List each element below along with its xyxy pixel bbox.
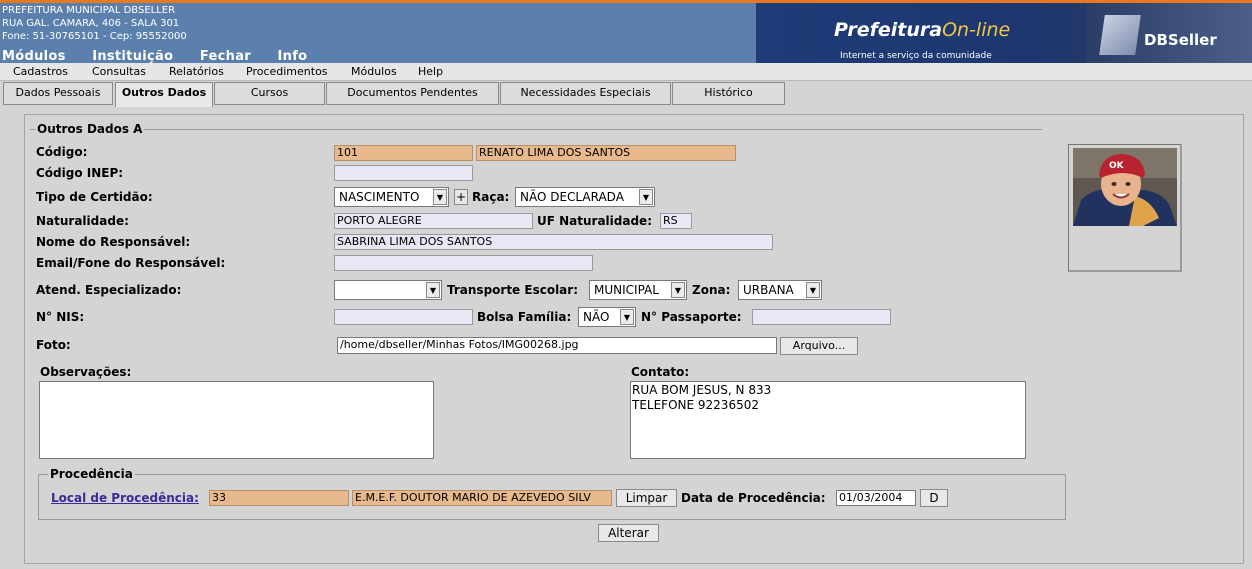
naturalidade-label: Naturalidade: (36, 214, 129, 228)
contato-textarea[interactable]: RUA BOM JESUS, N 833 TELEFONE 92236502 (630, 381, 1026, 459)
raca-select[interactable]: NÃO DECLARADA ▼ (515, 187, 655, 207)
atend-label: Atend. Especializado: (36, 283, 182, 297)
naturalidade-field[interactable]: PORTO ALEGRE (334, 213, 533, 229)
menu-relatorios[interactable]: Relatórios (169, 65, 224, 78)
local-procedencia-link[interactable]: Local de Procedência: (51, 491, 199, 505)
certidao-select[interactable]: NASCIMENTO ▼ (334, 187, 449, 207)
dbseller-text: DBSeller (1144, 31, 1217, 49)
passaporte-label: N° Passaporte: (641, 310, 742, 324)
transporte-selected: MUNICIPAL (594, 283, 659, 297)
email-field[interactable] (334, 255, 593, 271)
menu-help[interactable]: Help (418, 65, 443, 78)
codigo-label: Código: (36, 145, 88, 159)
top-menu: Módulos Instituição Fechar Info (2, 49, 329, 64)
transporte-select[interactable]: MUNICIPAL ▼ (589, 280, 687, 300)
chevron-down-icon: ▼ (426, 282, 440, 298)
tab-documentos-pendentes[interactable]: Documentos Pendentes (326, 82, 499, 105)
raca-selected: NÃO DECLARADA (520, 190, 624, 204)
certidao-label: Tipo de Certidão: (36, 190, 153, 204)
fieldset-legend: Outros Dados A (35, 122, 145, 136)
menu-procedimentos[interactable]: Procedimentos (246, 65, 328, 78)
contato-line-2: TELEFONE 92236502 (632, 398, 759, 412)
student-photo: OK (1073, 148, 1177, 226)
email-label: Email/Fone do Responsável: (36, 256, 226, 270)
local-code-field[interactable]: 33 (209, 490, 349, 506)
uf-label: UF Naturalidade: (537, 214, 652, 228)
top-menu-modulos[interactable]: Módulos (2, 49, 66, 64)
menu-consultas[interactable]: Consultas (92, 65, 146, 78)
chevron-down-icon: ▼ (671, 282, 685, 298)
foto-label: Foto: (36, 338, 71, 352)
brand-banner: PrefeituraOn-line Internet a serviço da … (756, 3, 1252, 63)
tab-dados-pessoais[interactable]: Dados Pessoais (3, 82, 113, 105)
brand-slogan: Internet a serviço da comunidade (840, 51, 992, 61)
chevron-down-icon: ▼ (806, 282, 820, 298)
dbseller-mark-icon (1099, 15, 1141, 55)
inep-label: Código INEP: (36, 166, 124, 180)
tab-outros-dados[interactable]: Outros Dados (115, 82, 213, 107)
zona-select[interactable]: URBANA ▼ (738, 280, 822, 300)
menu-cadastros[interactable]: Cadastros (13, 65, 68, 78)
tab-cursos[interactable]: Cursos (214, 82, 325, 105)
transporte-label: Transporte Escolar: (447, 283, 578, 297)
passaporte-field[interactable] (752, 309, 891, 325)
institution-address: RUA GAL. CAMARA, 406 - SALA 301 (2, 18, 180, 29)
chevron-down-icon: ▼ (620, 309, 634, 325)
dbseller-logo: DBSeller (1086, 3, 1252, 63)
institution-info: PREFEITURA MUNICIPAL DBSELLER RUA GAL. C… (2, 4, 187, 43)
student-photo-image: OK (1073, 148, 1177, 226)
tab-bar: Dados Pessoais Outros Dados Cursos Docum… (0, 81, 1252, 107)
data-procedencia-label: Data de Procedência: (681, 491, 826, 505)
data-procedencia-field[interactable]: 01/03/2004 (836, 490, 916, 506)
bolsa-selected: NÃO (583, 310, 610, 324)
contato-line-1: RUA BOM JESUS, N 833 (632, 383, 772, 397)
chevron-down-icon: ▼ (433, 189, 447, 205)
bolsa-label: Bolsa Família: (477, 310, 572, 324)
app-header: PREFEITURA MUNICIPAL DBSELLER RUA GAL. C… (0, 0, 1252, 64)
foto-file-field[interactable]: /home/dbseller/Minhas Fotos/IMG00268.jpg (337, 337, 777, 354)
procedencia-legend: Procedência (48, 467, 135, 481)
menu-modulos[interactable]: Módulos (351, 65, 397, 78)
uf-field[interactable]: RS (660, 213, 692, 229)
add-certidao-button[interactable]: + (454, 189, 468, 205)
zona-label: Zona: (692, 283, 731, 297)
inep-field[interactable] (334, 165, 473, 181)
certidao-selected: NASCIMENTO (339, 190, 420, 204)
top-menu-instituicao[interactable]: Instituição (92, 49, 173, 64)
top-menu-fechar[interactable]: Fechar (200, 49, 251, 64)
logo-main-text: Prefeitura (834, 19, 943, 41)
bolsa-select[interactable]: NÃO ▼ (578, 307, 636, 327)
logo-accent-text: On-line (942, 19, 1011, 41)
prefeitura-online-logo: PrefeituraOn-line (834, 19, 1010, 41)
top-menu-info[interactable]: Info (278, 49, 308, 64)
menu-bar: Cadastros Consultas Relatórios Procedime… (0, 63, 1252, 81)
atend-select[interactable]: ▼ (334, 280, 442, 300)
arquivo-button[interactable]: Arquivo... (780, 337, 858, 355)
obs-label: Observações: (40, 365, 132, 379)
date-picker-button[interactable]: D (920, 489, 948, 507)
limpar-button[interactable]: Limpar (616, 489, 677, 507)
responsavel-label: Nome do Responsável: (36, 235, 191, 249)
zona-selected: URBANA (743, 283, 794, 297)
institution-name: PREFEITURA MUNICIPAL DBSELLER (2, 5, 176, 16)
alterar-button[interactable]: Alterar (598, 524, 659, 542)
nis-label: N° NIS: (36, 310, 85, 324)
nome-aluno-field[interactable]: RENATO LIMA DOS SANTOS (476, 145, 736, 161)
obs-textarea[interactable] (39, 381, 434, 459)
institution-phone: Fone: 51-30765101 - Cep: 95552000 (2, 31, 187, 42)
contato-label: Contato: (631, 365, 690, 379)
tab-historico[interactable]: Histórico (672, 82, 785, 105)
codigo-field[interactable]: 101 (334, 145, 473, 161)
svg-text:OK: OK (1109, 161, 1125, 171)
responsavel-field[interactable]: SABRINA LIMA DOS SANTOS (334, 234, 773, 250)
nis-field[interactable] (334, 309, 473, 325)
fieldset-outros-dados-a (30, 129, 1042, 130)
tab-necessidades-especiais[interactable]: Necessidades Especiais (500, 82, 671, 105)
student-photo-frame: OK (1068, 144, 1182, 272)
raca-label: Raça: (472, 190, 510, 204)
local-name-field[interactable]: E.M.E.F. DOUTOR MARIO DE AZEVEDO SILV (352, 490, 612, 506)
chevron-down-icon: ▼ (639, 189, 653, 205)
